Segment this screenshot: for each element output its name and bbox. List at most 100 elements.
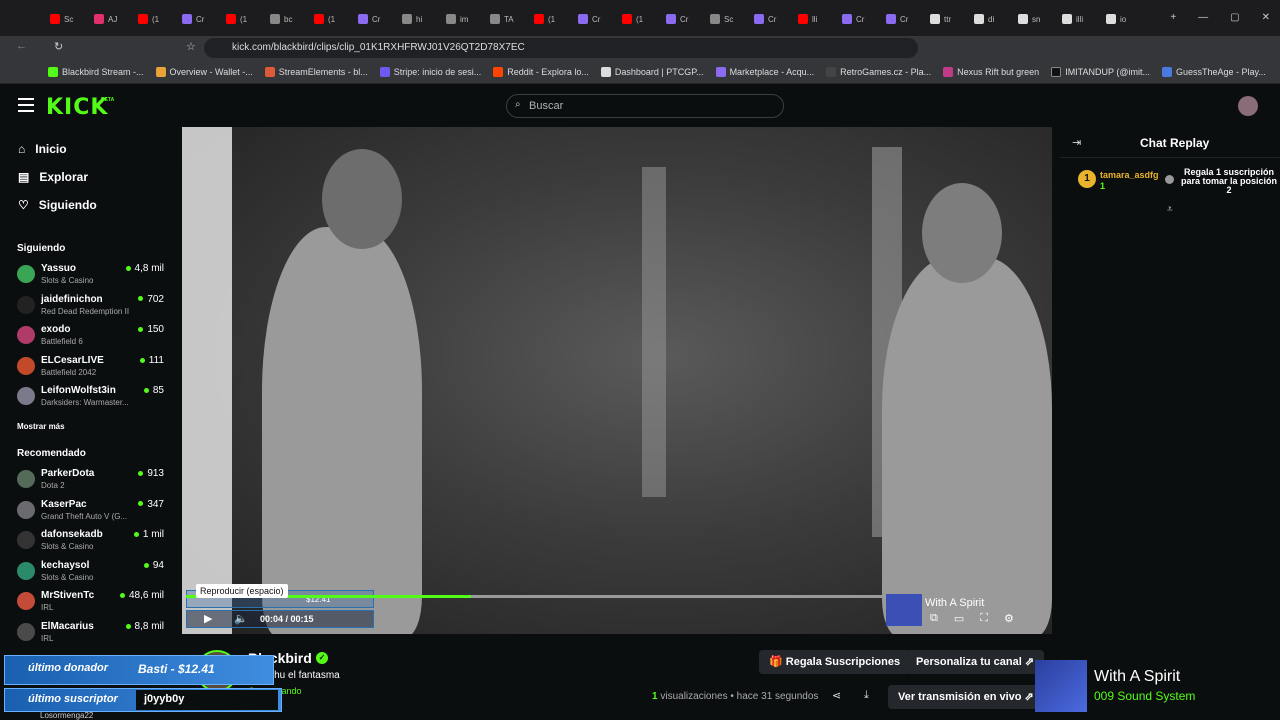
user-avatar[interactable] [1238, 96, 1258, 116]
back-icon[interactable]: ← [16, 40, 27, 52]
close-window-icon[interactable]: ✕ [1262, 12, 1270, 23]
browser-tab[interactable]: Cr [182, 10, 204, 28]
browser-tab[interactable]: illi [1062, 10, 1083, 28]
bookmark-item[interactable]: Dashboard | PTCGP... [600, 66, 704, 77]
gift-icon [1165, 175, 1174, 184]
download-icon[interactable]: ⤓ [864, 689, 869, 702]
channel-name: jaidefinichon [41, 293, 103, 305]
browser-tab[interactable]: Cr [666, 10, 688, 28]
nav-home[interactable]: ⌂ Inicio [18, 142, 67, 156]
browser-tab[interactable]: Cr [886, 10, 908, 28]
pip-icon[interactable]: ⧉ [930, 612, 938, 625]
channel-item[interactable]: kechaysol Slots & Casino 94 [17, 560, 167, 588]
browser-tab[interactable]: AJ [94, 10, 117, 28]
bookmark-item[interactable]: StreamElements - bl... [264, 66, 368, 77]
menu-icon[interactable] [18, 98, 34, 112]
settings-icon[interactable]: ⚙ [1004, 612, 1014, 625]
channel-item[interactable]: Yassuo Slots & Casino 4,8 mil [17, 263, 167, 291]
bookmark-item[interactable]: Blackbird Stream -... [48, 66, 144, 77]
browser-tab[interactable]: TA [490, 10, 514, 28]
browser-tab[interactable]: (1 [534, 10, 555, 28]
browser-tab[interactable]: io [1106, 10, 1126, 28]
gift-cta[interactable]: Regala 1 suscripción para tomar la posic… [1178, 168, 1280, 195]
channel-item[interactable]: ELCesarLIVE Battlefield 2042 111 [17, 355, 167, 383]
browser-tab[interactable]: sn [1018, 10, 1040, 28]
browser-tab[interactable]: Cr [358, 10, 380, 28]
reload-icon[interactable]: ↻ [54, 40, 63, 53]
fullscreen-icon[interactable]: ⛶ [980, 612, 988, 625]
volume-icon[interactable]: 🔈 [234, 612, 248, 625]
bookmark-item[interactable]: RetroGames.cz - Pla... [826, 66, 931, 77]
browser-tab[interactable]: im [446, 10, 468, 28]
tab-favicon-icon [270, 14, 280, 24]
chat-title: Chat Replay [1140, 136, 1210, 150]
browser-tab[interactable]: Cr [754, 10, 776, 28]
wall-bright [182, 127, 232, 634]
channel-item[interactable]: MrStivenTc IRL 48,6 mil [17, 590, 167, 618]
browser-tab[interactable]: hi [402, 10, 422, 28]
bookmark-item[interactable]: Nexus Rift but green [943, 66, 1039, 77]
browser-tab[interactable]: (1 [138, 10, 159, 28]
tab-favicon-icon [358, 14, 368, 24]
channel-category: Grand Theft Auto V (G... [41, 511, 128, 521]
bookmark-item[interactable]: Marketplace - Acqu... [715, 66, 814, 77]
maximize-icon[interactable]: ▢ [1230, 12, 1239, 23]
nav-following[interactable]: ♡ Siguiendo [18, 198, 97, 212]
address-bar-row: ← ↻ ☆ kick.com/blackbird/clips/clip_01K1… [0, 36, 1280, 60]
play-icon[interactable]: ▶ [204, 612, 212, 625]
video-player[interactable] [182, 127, 1052, 634]
browser-tab[interactable]: (1 [226, 10, 247, 28]
browser-tab[interactable]: ttr [930, 10, 951, 28]
kick-logo[interactable]: KICK [46, 95, 108, 120]
gifter-name[interactable]: tamara_asdfg [1100, 170, 1159, 180]
watch-live-button[interactable]: Ver transmisión en vivo ⇗ [888, 685, 1044, 709]
gift-subs-button[interactable]: 🎁 Regala Suscripciones [759, 650, 911, 674]
browser-tab[interactable]: Sc [710, 10, 733, 28]
customize-channel-button[interactable]: Personaliza tu canal ⇗ [906, 650, 1045, 674]
bookmark-item[interactable]: Stripe: inicio de sesi... [379, 66, 481, 77]
channel-item[interactable]: ElMacarius IRL 8,8 mil [17, 621, 167, 649]
collapse-chat-icon[interactable]: ⇥ [1072, 136, 1081, 149]
external-link-icon: ⇗ [1021, 656, 1035, 668]
following-section-title: Siguiendo [17, 243, 66, 254]
browser-tab[interactable]: lli [798, 10, 817, 28]
browser-tab[interactable]: (1 [622, 10, 643, 28]
bookmark-item[interactable]: IMITANDUP (@imit... [1051, 66, 1150, 77]
channel-avatar [17, 265, 35, 283]
browser-tab[interactable]: (1 [314, 10, 335, 28]
url-field[interactable]: kick.com/blackbird/clips/clip_01K1RXHFRW… [204, 38, 918, 58]
bookmark-item[interactable]: Overview - Wallet -... [155, 66, 253, 77]
minimize-icon[interactable]: — [1198, 12, 1208, 23]
bookmark-icon[interactable]: ☆ [186, 40, 196, 53]
channel-category: IRL [41, 603, 54, 613]
search-input[interactable]: Buscar [506, 94, 784, 118]
show-more-button[interactable]: Mostrar más [17, 422, 65, 431]
bookmark-item[interactable]: Reddit - Explora lo... [493, 66, 589, 77]
nav-explore[interactable]: ▤ Explorar [18, 170, 88, 184]
tab-favicon-icon [930, 14, 940, 24]
overlay-donor-label: último donador [28, 662, 109, 674]
browser-tab[interactable]: di [974, 10, 994, 28]
new-tab-icon[interactable]: + [1170, 12, 1176, 23]
channel-name: ParkerDota [41, 468, 95, 479]
browser-tab[interactable]: Cr [578, 10, 600, 28]
channel-avatar [17, 356, 35, 375]
channel-name: ElMacarius [41, 621, 94, 632]
channel-item[interactable]: LeifonWolfst3in Darksiders: Warmaster... 8… [17, 385, 167, 413]
bookmark-item[interactable]: GuessTheAge - Play... [1162, 66, 1266, 77]
theater-icon[interactable]: ▭ [954, 612, 964, 625]
channel-item[interactable]: ParkerDota Dota 2 913 [17, 468, 167, 496]
share-icon[interactable]: ⋖ [832, 689, 841, 702]
cutoff-channel[interactable]: Losormenga22 [40, 711, 93, 720]
channel-item[interactable]: jaidefinichon Red Dead Redemption II 702 [17, 294, 167, 322]
channel-item[interactable]: exodo Battlefield 6 150 [17, 324, 167, 352]
channel-name: Yassuo [41, 263, 77, 274]
channel-item[interactable]: dafonsekadb Slots & Casino 1 mil [17, 529, 167, 557]
browser-tab[interactable]: Cr [842, 10, 864, 28]
browser-tab[interactable]: bc [270, 10, 292, 28]
browser-tab[interactable]: Sc [50, 10, 73, 28]
channel-category: Slots & Casino [41, 542, 94, 552]
channel-item[interactable]: KaserPac Grand Theft Auto V (G... 347 [17, 499, 167, 527]
stripe-icon [379, 66, 390, 77]
expand-icon[interactable]: ⩡ [1167, 204, 1173, 215]
